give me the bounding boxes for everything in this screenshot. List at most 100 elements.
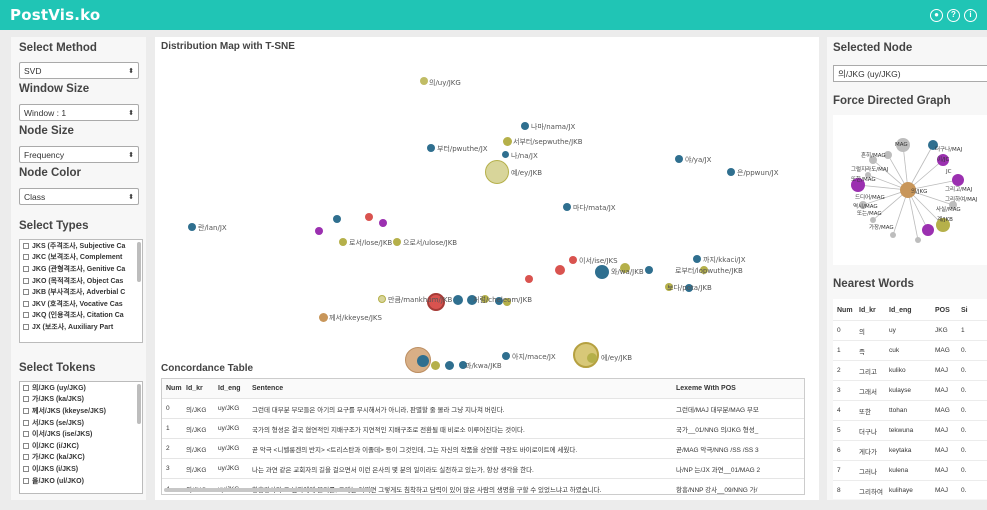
table-row[interactable]: 3 의/JKG uy/JKG 나는 과연 같은 교회자의 길을 걸으면서 이런 … bbox=[162, 459, 804, 479]
checkbox[interactable] bbox=[23, 396, 29, 403]
col-sentence[interactable]: Sentence bbox=[252, 385, 676, 392]
tsne-map[interactable]: 의/uy/JKG 나마/nama/JX 부터/pwuthe/JX 서부터/sep… bbox=[155, 55, 819, 385]
map-node[interactable] bbox=[427, 144, 435, 152]
map-node[interactable] bbox=[333, 215, 341, 223]
node-color-select[interactable]: Class ⬍ bbox=[19, 188, 139, 205]
map-node[interactable] bbox=[727, 168, 735, 176]
graph-node[interactable] bbox=[952, 174, 964, 186]
checkbox[interactable] bbox=[23, 431, 29, 438]
map-node[interactable] bbox=[420, 77, 428, 85]
selected-node-field[interactable]: 의/JKG (uy/JKG) bbox=[833, 65, 987, 82]
token-item[interactable]: 가/JKC (ka/JKC) bbox=[20, 452, 142, 464]
types-scrollbar[interactable] bbox=[137, 242, 141, 282]
col-pos[interactable]: POS bbox=[935, 307, 961, 314]
table-row[interactable]: 0 의/JKG uy/JKG 그런데 대부분 부모들은 아기의 요구를 무시해서… bbox=[162, 399, 804, 419]
table-row[interactable]: 4 또한 ttohan MAG 0. bbox=[833, 401, 987, 421]
token-item[interactable]: 이서/JKS (ise/JKS) bbox=[20, 428, 142, 440]
map-node[interactable] bbox=[431, 361, 440, 370]
map-node[interactable] bbox=[393, 238, 401, 246]
token-item[interactable]: 의/JKG (uy/JKG) bbox=[20, 382, 142, 394]
col-id-kr[interactable]: Id_kr bbox=[859, 307, 889, 314]
type-item[interactable]: JKO (목적격조사, Object Cas bbox=[20, 275, 142, 287]
type-item[interactable]: JKQ (인용격조사, Citation Ca bbox=[20, 310, 142, 322]
map-node[interactable] bbox=[595, 265, 609, 279]
checkbox[interactable] bbox=[23, 277, 29, 284]
checkbox[interactable] bbox=[23, 419, 29, 426]
checkbox[interactable] bbox=[23, 407, 29, 414]
map-node[interactable] bbox=[555, 265, 565, 275]
checkbox[interactable] bbox=[23, 254, 29, 261]
token-item[interactable]: 서/JKS (se/JKS) bbox=[20, 417, 142, 429]
node-size-select[interactable]: Frequency ⬍ bbox=[19, 146, 139, 163]
table-scrollbar[interactable] bbox=[164, 488, 374, 492]
table-row[interactable]: 1 의/JKG uy/JKG 국가의 형성은 결국 협연적인 지배구조가 지연적… bbox=[162, 419, 804, 439]
col-si[interactable]: Si bbox=[961, 307, 981, 314]
checkbox[interactable] bbox=[23, 384, 29, 391]
table-row[interactable]: 6 게다가 keytaka MAJ 0. bbox=[833, 441, 987, 461]
info-icon[interactable]: i bbox=[964, 8, 977, 22]
map-node[interactable] bbox=[645, 266, 653, 274]
map-node[interactable] bbox=[315, 227, 323, 235]
checkbox[interactable] bbox=[23, 312, 29, 319]
type-item[interactable]: JKS (주격조사, Subjective Ca bbox=[20, 240, 142, 252]
concordance-table[interactable]: Num Id_kr Id_eng Sentence Lexeme With PO… bbox=[161, 378, 805, 495]
table-row[interactable]: 1 즉 cuk MAG 0. bbox=[833, 341, 987, 361]
col-id-eng[interactable]: Id_eng bbox=[218, 385, 252, 392]
table-row[interactable]: 2 그리고 kuliko MAJ 0. bbox=[833, 361, 987, 381]
table-row[interactable]: 4 의/JKG uy/JKG 항흥강사가 그 남자에게 물기를, 그대는 어찌면… bbox=[162, 479, 804, 495]
col-id-eng[interactable]: Id_eng bbox=[889, 307, 935, 314]
checkbox[interactable] bbox=[23, 300, 29, 307]
type-item[interactable]: JKC (보격조사, Complement bbox=[20, 252, 142, 264]
tokens-scrollbar[interactable] bbox=[137, 384, 141, 424]
map-node[interactable] bbox=[693, 255, 701, 263]
map-node[interactable] bbox=[502, 151, 509, 158]
graph-node[interactable] bbox=[922, 224, 934, 236]
graph-node[interactable] bbox=[915, 237, 921, 243]
col-num[interactable]: Num bbox=[162, 385, 186, 392]
checkbox[interactable] bbox=[23, 454, 29, 461]
type-item[interactable]: JX (보조사, Auxiliary Part bbox=[20, 321, 142, 333]
map-node[interactable] bbox=[525, 275, 533, 283]
checkbox[interactable] bbox=[23, 323, 29, 330]
table-row[interactable]: 5 더구나 tekwuna MAJ 0. bbox=[833, 421, 987, 441]
types-list[interactable]: JKS (주격조사, Subjective Ca JKC (보격조사, Comp… bbox=[19, 239, 143, 343]
map-node[interactable] bbox=[521, 122, 529, 130]
map-node[interactable] bbox=[445, 361, 454, 370]
type-item[interactable]: JKV (호격조사, Vocative Cas bbox=[20, 298, 142, 310]
checkbox[interactable] bbox=[23, 477, 29, 484]
map-node[interactable] bbox=[587, 353, 597, 363]
map-node[interactable] bbox=[339, 238, 347, 246]
map-node[interactable] bbox=[675, 155, 683, 163]
method-select[interactable]: SVD ⬍ bbox=[19, 62, 139, 79]
col-lexeme[interactable]: Lexeme With POS bbox=[676, 385, 801, 392]
table-row[interactable]: 3 그래서 kulayse MAJ 0. bbox=[833, 381, 987, 401]
token-item[interactable]: 을/JKO (ul/JKO) bbox=[20, 475, 142, 487]
map-node[interactable] bbox=[503, 137, 512, 146]
map-node[interactable] bbox=[563, 203, 571, 211]
user-icon[interactable]: ● bbox=[930, 8, 943, 22]
table-row[interactable]: 0 의 uy JKG 1 bbox=[833, 321, 987, 341]
map-node[interactable] bbox=[569, 256, 577, 264]
type-item[interactable]: JKG (관형격조사, Genitive Ca bbox=[20, 263, 142, 275]
nearest-table[interactable]: Num Id_kr Id_eng POS Si 0 의 uy JKG 1 1 즉… bbox=[833, 299, 987, 499]
map-node[interactable] bbox=[188, 223, 196, 231]
table-row[interactable]: 8 그리하여 kulihaye MAJ 0. bbox=[833, 481, 987, 499]
graph-node[interactable] bbox=[870, 217, 876, 223]
checkbox[interactable] bbox=[23, 242, 29, 249]
token-item[interactable]: 께서/JKS (kkeyse/JKS) bbox=[20, 405, 142, 417]
window-select[interactable]: Window : 1 ⬍ bbox=[19, 104, 139, 121]
map-node[interactable] bbox=[453, 295, 463, 305]
map-node[interactable] bbox=[502, 352, 510, 360]
map-node[interactable] bbox=[485, 160, 509, 184]
map-node[interactable] bbox=[378, 295, 386, 303]
graph-node[interactable] bbox=[890, 232, 896, 238]
map-node[interactable] bbox=[417, 355, 429, 367]
map-node[interactable] bbox=[365, 213, 373, 221]
map-node[interactable] bbox=[319, 313, 328, 322]
table-row[interactable]: 2 의/JKG uy/JKG 곧 악극 <니벨룽겐의 반지> <트리스탄과 이졸… bbox=[162, 439, 804, 459]
checkbox[interactable] bbox=[23, 265, 29, 272]
checkbox[interactable] bbox=[23, 465, 29, 472]
col-num[interactable]: Num bbox=[833, 307, 859, 314]
checkbox[interactable] bbox=[23, 442, 29, 449]
type-item[interactable]: JKB (부사격조사, Adverbial C bbox=[20, 286, 142, 298]
